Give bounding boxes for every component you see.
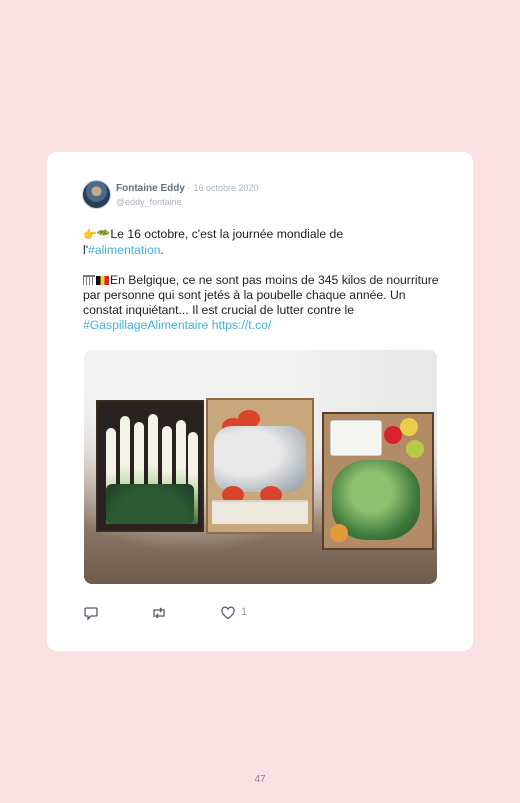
hashtag-gaspillage[interactable]: #GaspillageAlimentaire xyxy=(83,318,208,332)
separator: · xyxy=(187,183,191,193)
tweet-paragraph-1: 👉🥗Le 16 octobre, c'est la journée mondia… xyxy=(83,227,443,258)
leek-crate xyxy=(96,400,204,532)
author-name[interactable]: Fontaine Eddy xyxy=(116,183,185,194)
tweet-photo[interactable] xyxy=(84,350,437,584)
building-icon xyxy=(83,275,95,285)
reply-icon[interactable] xyxy=(83,605,101,621)
like-count: 1 xyxy=(241,606,248,618)
vegetable-crate xyxy=(206,398,314,534)
tweet-header: Fontaine Eddy · 16 octobre 2020 @eddy_fo… xyxy=(116,182,259,209)
hashtag-alimentation[interactable]: #alimentation xyxy=(88,243,161,257)
tweet-text: 👉🥗Le 16 octobre, c'est la journée mondia… xyxy=(83,227,443,333)
tweet-body: En Belgique, ce ne sont pas moins de 345… xyxy=(83,273,439,317)
tweet-card: Fontaine Eddy · 16 octobre 2020 @eddy_fo… xyxy=(47,152,473,651)
tweet-link[interactable]: https://t.co/ xyxy=(212,318,272,332)
belgium-flag-icon xyxy=(96,276,109,285)
name-row: Fontaine Eddy · 16 octobre 2020 xyxy=(116,182,259,195)
pointing-hand-icon: 👉 xyxy=(83,229,97,241)
period: . xyxy=(160,243,164,257)
tweet-date[interactable]: 16 octobre 2020 xyxy=(193,183,258,193)
avatar[interactable] xyxy=(82,180,111,209)
tweet-line1: Le 16 octobre, c'est la journée mondiale… xyxy=(110,227,344,241)
author-handle[interactable]: @eddy_fontaine xyxy=(116,195,259,209)
heart-icon[interactable] xyxy=(220,605,238,621)
salad-icon: 🥗 xyxy=(96,229,111,241)
produce-crate xyxy=(322,412,434,550)
page-number: 47 xyxy=(254,774,266,785)
tweet-paragraph-2: En Belgique, ce ne sont pas moins de 345… xyxy=(83,273,443,333)
retweet-icon[interactable] xyxy=(150,605,168,621)
